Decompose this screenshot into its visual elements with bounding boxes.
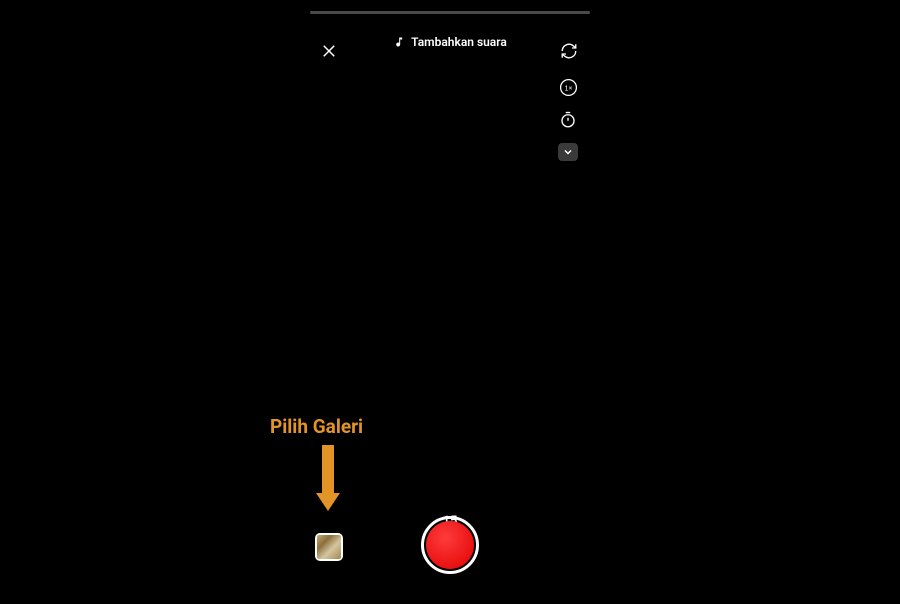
side-tools: 1× (558, 78, 578, 161)
music-note-icon (393, 36, 405, 48)
arrow-head-icon (316, 493, 340, 511)
annotation-label: Pilih Galeri (270, 415, 363, 438)
gallery-thumbnail (317, 535, 341, 559)
svg-text:1×: 1× (564, 85, 572, 93)
camera-screen: Tambahkan suara 1× (310, 0, 590, 604)
drag-handle[interactable] (310, 11, 590, 14)
gallery-button[interactable] (315, 533, 343, 561)
add-sound-button[interactable]: Tambahkan suara (393, 35, 507, 49)
add-sound-label: Tambahkan suara (411, 35, 507, 49)
timer-button[interactable] (559, 111, 577, 129)
arrow-shaft (322, 445, 334, 495)
annotation-arrow (316, 445, 340, 515)
close-button[interactable] (320, 42, 338, 64)
record-button[interactable] (421, 516, 479, 574)
record-button-inner (426, 521, 474, 569)
expand-tools-button[interactable] (558, 143, 578, 161)
close-icon (320, 42, 338, 60)
flip-camera-icon (560, 42, 578, 60)
speed-button[interactable]: 1× (559, 78, 578, 97)
flip-camera-button[interactable] (560, 42, 578, 64)
timer-icon (559, 111, 577, 129)
speed-icon: 1× (559, 78, 578, 97)
chevron-down-icon (562, 146, 574, 158)
